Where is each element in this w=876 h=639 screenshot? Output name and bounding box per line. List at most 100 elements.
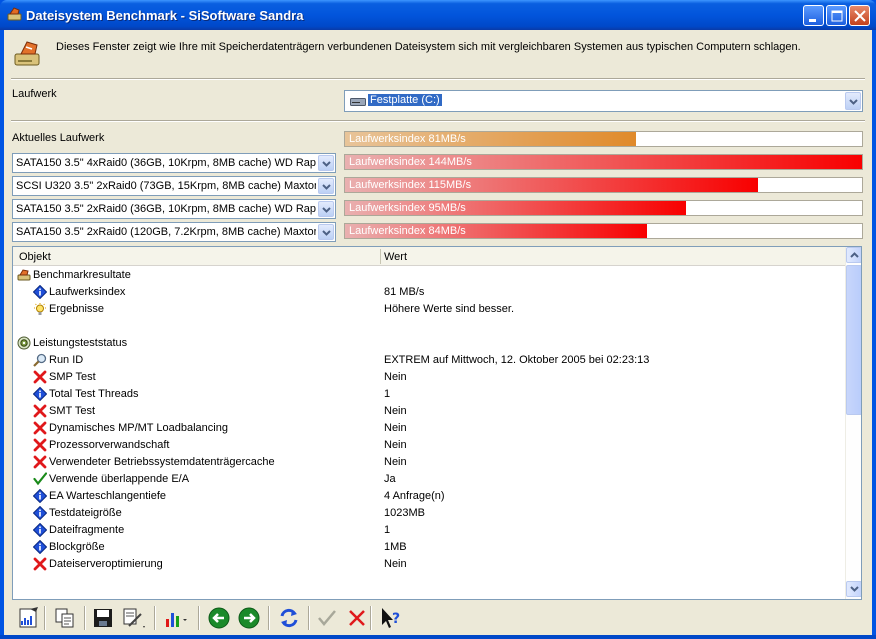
copy-button[interactable] [52, 605, 78, 631]
item-name: EA Warteschlangentiefe [49, 490, 166, 502]
item-value: Nein [384, 558, 407, 570]
list-item[interactable]: Verwende überlappende E/A Ja [13, 471, 845, 488]
list-item[interactable]: EA Warteschlangentiefe 4 Anfrage(n) [13, 488, 845, 505]
refresh-button[interactable] [276, 605, 302, 631]
info-icon [32, 284, 48, 300]
item-value: Nein [384, 456, 407, 468]
col-header-object[interactable]: Objekt [19, 251, 51, 263]
list-item[interactable]: Dynamisches MP/MT Loadbalancing Nein [13, 420, 845, 437]
minimize-button[interactable] [803, 5, 824, 26]
drive-select-dropdown[interactable] [845, 92, 861, 110]
window-title: Dateisystem Benchmark - SiSoftware Sandr… [26, 8, 304, 23]
sandra-app-icon [7, 7, 22, 21]
results-list[interactable]: Objekt Wert Benchmarkresultate Laufwerksi… [12, 246, 862, 600]
item-name: Dynamisches MP/MT Loadbalancing [49, 422, 228, 434]
title-bar[interactable]: Dateisystem Benchmark - SiSoftware Sandr… [0, 0, 876, 30]
reference-drive-bar: Laufwerksindex 95MB/s [344, 200, 863, 216]
hard-drive-icon [350, 98, 366, 106]
toolbar-separator [198, 606, 200, 630]
check-icon [33, 472, 48, 486]
item-name: Run ID [49, 354, 84, 366]
list-item[interactable]: Prozessorverwandschaft Nein [13, 437, 845, 454]
drive-label: Laufwerk [12, 88, 57, 100]
list-item[interactable]: Verwendeter Betriebssystemdatenträgercac… [13, 454, 845, 471]
help-button[interactable]: ? [378, 605, 404, 631]
forward-button[interactable] [236, 605, 262, 631]
item-value: Höhere Werte sind besser. [384, 303, 515, 315]
close-button[interactable] [849, 5, 870, 26]
options-button[interactable] [120, 605, 146, 631]
current-drive-bar: Laufwerksindex 81MB/s [344, 131, 863, 147]
chevron-down-icon [322, 230, 331, 236]
list-item[interactable]: Total Test Threads 1 [13, 386, 845, 403]
chevron-down-icon [322, 207, 331, 213]
item-value: 1MB [384, 541, 407, 553]
item-value: 1 [384, 524, 391, 536]
list-header: Objekt Wert [13, 247, 845, 266]
item-value: Ja [384, 473, 396, 485]
item-name: Verwendeter Betriebssystemdatenträgercac… [49, 456, 275, 468]
item-name: Leistungsteststatus [33, 337, 128, 349]
chevron-down-icon [322, 161, 331, 167]
reference-drive-dropdown[interactable] [318, 178, 334, 194]
list-item[interactable]: Laufwerksindex 81 MB/s [13, 284, 845, 301]
toolbar-separator [44, 606, 46, 630]
drive-select-value: Festplatte (C:) [368, 94, 442, 106]
scroll-up-button[interactable] [846, 247, 861, 263]
report-button[interactable] [16, 605, 42, 631]
list-item[interactable]: Blockgröße 1MB [13, 539, 845, 556]
item-name: Total Test Threads [49, 388, 139, 400]
chevron-up-icon [850, 252, 859, 258]
list-item[interactable] [13, 318, 845, 335]
list-group-row[interactable]: Benchmarkresultate [13, 267, 845, 284]
reference-drive-select[interactable]: SATA150 3.5" 2xRaid0 (120GB, 7.2Krpm, 8M… [12, 222, 336, 242]
benchmark-drive-icon [14, 41, 40, 66]
scroll-thumb[interactable] [846, 265, 861, 415]
list-item[interactable]: Dateifragmente 1 [13, 522, 845, 539]
list-item[interactable]: Dateiserveroptimierung Nein [13, 556, 845, 573]
info-icon [32, 505, 48, 521]
info-icon [32, 386, 48, 402]
reference-drive-dropdown[interactable] [318, 155, 334, 171]
column-divider[interactable] [380, 249, 381, 264]
item-name: Dateifragmente [49, 524, 125, 536]
reference-drive-select[interactable]: SCSI U320 3.5" 2xRaid0 (73GB, 15Krpm, 8M… [12, 176, 336, 196]
cross-icon [33, 421, 47, 435]
vertical-scrollbar[interactable] [845, 247, 861, 599]
scroll-down-button[interactable] [846, 581, 861, 597]
reference-drive-name: SATA150 3.5" 4xRaid0 (36GB, 10Krpm, 8MB … [16, 157, 316, 169]
cross-icon [33, 370, 47, 384]
drive-select[interactable]: Festplatte (C:) [344, 90, 863, 112]
list-item[interactable]: SMP Test Nein [13, 369, 845, 386]
reference-drive-select[interactable]: SATA150 3.5" 2xRaid0 (36GB, 10Krpm, 8MB … [12, 199, 336, 219]
cancel-button[interactable] [344, 605, 370, 631]
reference-drive-bar: Laufwerksindex 144MB/s [344, 154, 863, 170]
item-value: 1023MB [384, 507, 425, 519]
list-item[interactable]: SMT Test Nein [13, 403, 845, 420]
save-button[interactable] [90, 605, 116, 631]
reference-drive-dropdown[interactable] [318, 201, 334, 217]
item-name: Ergebnisse [49, 303, 105, 315]
list-item[interactable]: Run ID EXTREM auf Mittwoch, 12. Oktober 2… [13, 352, 845, 369]
separator [11, 120, 865, 122]
toolbar-separator [370, 606, 372, 630]
reference-drive-select[interactable]: SATA150 3.5" 4xRaid0 (36GB, 10Krpm, 8MB … [12, 153, 336, 173]
item-value: Nein [384, 371, 407, 383]
info-icon [32, 488, 48, 504]
maximize-button[interactable] [826, 5, 847, 26]
list-item[interactable]: Testdateigröße 1023MB [13, 505, 845, 522]
toolbar-separator [84, 606, 86, 630]
list-item[interactable]: Ergebnisse Höhere Werte sind besser. [13, 301, 845, 318]
back-button[interactable] [206, 605, 232, 631]
col-header-value[interactable]: Wert [384, 251, 407, 263]
reference-drive-name: SATA150 3.5" 2xRaid0 (120GB, 7.2Krpm, 8M… [16, 226, 316, 238]
reference-drive-bar: Laufwerksindex 115MB/s [344, 177, 863, 193]
chart-button[interactable] [162, 605, 188, 631]
hdd-icon [17, 268, 31, 282]
toolbar-separator [308, 606, 310, 630]
reference-drive-dropdown[interactable] [318, 224, 334, 240]
list-group-row[interactable]: Leistungsteststatus [13, 335, 845, 352]
item-name: Laufwerksindex [49, 286, 126, 298]
maximize-icon [831, 10, 843, 22]
chevron-down-icon [849, 99, 858, 105]
